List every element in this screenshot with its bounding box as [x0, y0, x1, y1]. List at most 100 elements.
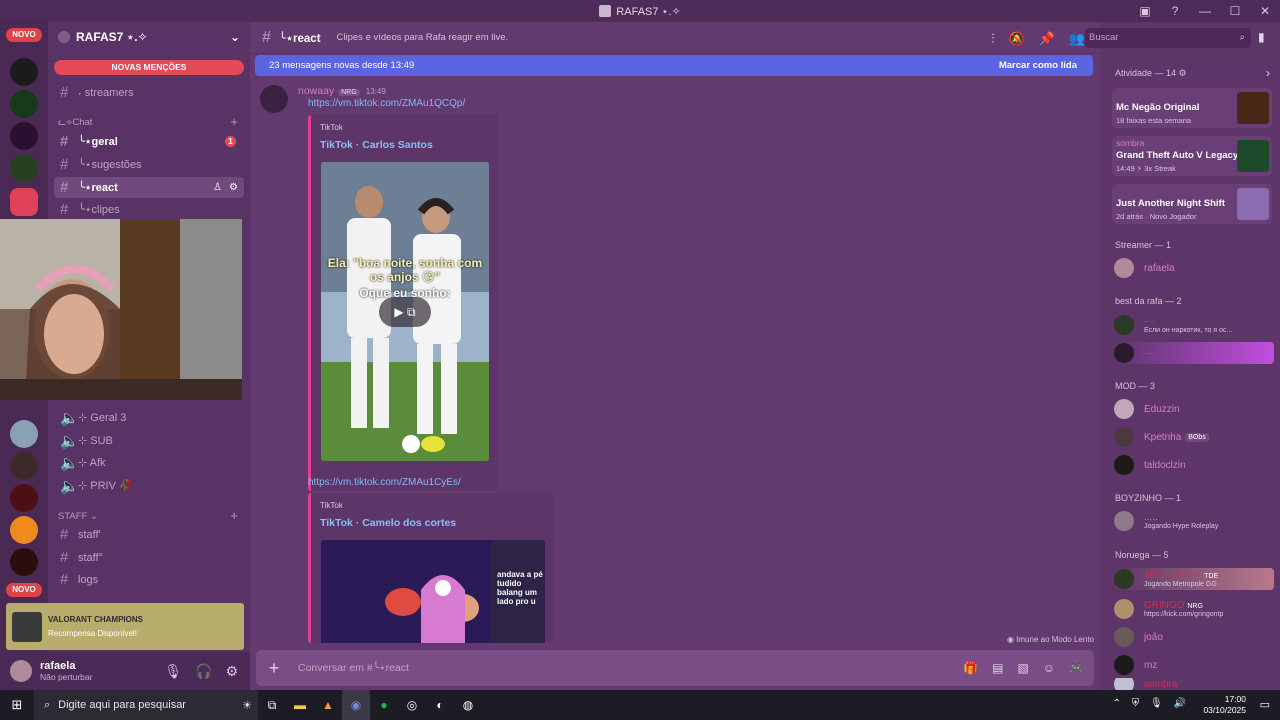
add-channel-icon[interactable]: +	[230, 114, 238, 129]
server-icon[interactable]	[10, 484, 38, 512]
notification-icon[interactable]: ▭	[1260, 698, 1270, 711]
epic-icon[interactable]: ◐	[426, 690, 454, 720]
avatar[interactable]	[260, 85, 288, 113]
inbox-icon[interactable]: ▮	[1258, 30, 1265, 44]
pin-icon[interactable]: 📌	[1039, 31, 1055, 47]
taskbar-clock[interactable]: 17:00 03/10/2025	[1203, 694, 1246, 716]
search-icon[interactable]: ⌕	[1240, 28, 1245, 48]
embed-title[interactable]: TikTok · Camelo dos cortes	[320, 517, 456, 529]
activity-card[interactable]: sombra Grand Theft Auto V Legacy 14:49 ⚡…	[1112, 136, 1272, 176]
message-link[interactable]: https://vm.tiktok.com/ZMAu1QCQp/	[308, 98, 465, 109]
server-icon[interactable]	[10, 154, 38, 182]
channel-streamers[interactable]: # ˖ streamers	[54, 82, 244, 103]
task-view-icon[interactable]: ⧉	[258, 690, 286, 720]
gif-icon[interactable]: ▤	[992, 661, 1003, 675]
play-icon[interactable]: ▶ ⧉	[379, 297, 431, 327]
chevron-down-icon[interactable]: ⌄	[230, 30, 240, 44]
discord-icon[interactable]: ◉	[342, 690, 370, 720]
member-item[interactable]: 2B 1T 222 ⁴⁴ TDE Jogando Metropole GG	[1114, 568, 1274, 590]
inbox-icon[interactable]: ▣	[1130, 4, 1160, 18]
minimize-button[interactable]: —	[1190, 4, 1220, 18]
close-button[interactable]: ✕	[1250, 4, 1280, 18]
guild-tag[interactable]: NRG	[338, 89, 360, 96]
server-header[interactable]: RAFAS7 ⋆.✧ ⌄	[48, 22, 250, 52]
category-chat[interactable]: ᓚ⟡Chat	[58, 117, 92, 128]
avatar[interactable]	[10, 660, 32, 682]
taskbar-search[interactable]: ⌕ Digite aqui para pesquisar ☀	[34, 690, 258, 720]
member-item[interactable]: rafaela	[1114, 257, 1274, 279]
steam-icon[interactable]: ◍	[454, 690, 482, 720]
invite-icon[interactable]: ♙	[213, 182, 222, 193]
chevron-right-icon[interactable]: ›	[1266, 66, 1270, 80]
activity-card[interactable]: Just Another Night Shift 2d atrás · Novo…	[1112, 184, 1272, 224]
channel-react[interactable]: # ╰⋆react ⚙ ♙	[54, 177, 244, 198]
reward-banner[interactable]: VALORANT CHAMPIONS Recompensa Disponível…	[6, 603, 244, 650]
new-messages-bar[interactable]: 23 mensagens novas desde 13:49 Marcar co…	[255, 55, 1093, 76]
video-thumbnail[interactable]: Ela: "boa noite, sonha com os anjos 😘" O…	[321, 162, 489, 461]
server-icon[interactable]	[10, 420, 38, 448]
server-icon[interactable]	[10, 188, 38, 216]
member-item[interactable]: mz	[1114, 654, 1274, 676]
voice-channel-afk[interactable]: 🔈 ⊹ Afk	[54, 452, 244, 473]
emoji-icon[interactable]: ☺	[1043, 661, 1055, 675]
server-icon	[599, 5, 612, 17]
mute-bell-icon[interactable]: 🔕	[1008, 31, 1024, 47]
server-icon[interactable]	[10, 548, 38, 576]
member-item[interactable]: Eduzzin	[1114, 398, 1274, 420]
search-input[interactable]: Buscar ⌕	[1085, 28, 1251, 48]
mark-as-read-button[interactable]: Marcar como lida	[999, 60, 1077, 71]
obs-icon[interactable]: ◎	[398, 690, 426, 720]
voice-channel-priv[interactable]: 🔈 ⊹ PRIV 🥀	[54, 475, 244, 496]
headphones-icon[interactable]: 🎧	[195, 663, 212, 680]
server-icon[interactable]	[10, 90, 38, 118]
channel-topic[interactable]: Clipes e vídeos para Rafa reagir em live…	[337, 32, 509, 43]
threads-icon[interactable]: ⫶	[991, 31, 994, 47]
server-icon[interactable]	[10, 58, 38, 86]
channel-logs[interactable]: # logs	[54, 569, 244, 590]
spotify-icon[interactable]: ●	[370, 690, 398, 720]
server-icon[interactable]	[10, 122, 38, 150]
voice-channel-sub[interactable]: 🔈 ⊹ SUB	[54, 430, 244, 451]
attach-plus-icon[interactable]: +	[256, 658, 292, 679]
member-item[interactable]: —	[1114, 342, 1274, 364]
server-icon[interactable]	[10, 452, 38, 480]
activity-card[interactable]: Mc Negão Original 18 faixas esta semana	[1112, 88, 1272, 128]
channel-geral[interactable]: # ╰⋆geral 1	[54, 131, 244, 152]
channel-staff2[interactable]: # staff°	[54, 547, 244, 568]
embed-title[interactable]: TikTok · Carlos Santos	[320, 139, 433, 151]
member-list-icon[interactable]: 👥	[1069, 31, 1085, 47]
server-icon[interactable]	[10, 516, 38, 544]
windows-start-icon[interactable]: ⊞	[0, 697, 34, 713]
settings-gear-icon[interactable]: ⚙	[225, 663, 238, 680]
member-item[interactable]: taldoclzin	[1114, 454, 1274, 476]
sticker-icon[interactable]: ▧	[1017, 661, 1028, 675]
settings-gear-icon[interactable]: ⚙	[229, 182, 238, 193]
voice-channel-geral3[interactable]: 🔈 ⊹ Geral 3	[54, 407, 244, 428]
member-item[interactable]: sombra	[1114, 678, 1274, 690]
channel-staff1[interactable]: # staff'	[54, 524, 244, 545]
channel-sugestoes[interactable]: # ╰⋆sugestões	[54, 154, 244, 175]
member-item[interactable]: joão	[1114, 626, 1274, 648]
message-link[interactable]: https://vm.tiktok.com/ZMAu1CyEs/	[308, 477, 461, 488]
microphone-icon[interactable]: 🎙	[164, 663, 182, 680]
message-composer[interactable]: + Conversar em #╰⋆react 🎁 ▤ ▧ ☺ 🎮	[256, 650, 1094, 686]
system-tray[interactable]: ⌃ ⛨ 🎙 🔊	[1113, 698, 1190, 709]
app-icon[interactable]: ▲	[314, 690, 342, 720]
maximize-button[interactable]: ☐	[1220, 4, 1250, 18]
member-item[interactable]: GRINGO NRG https://kick.com/gringontp	[1114, 598, 1274, 620]
message-input[interactable]: Conversar em #╰⋆react	[298, 662, 409, 674]
gift-icon[interactable]: 🎁	[963, 661, 978, 675]
new-mentions-button[interactable]: NOVAS MENÇÕES	[54, 60, 244, 75]
member-item[interactable]: — Если он наркотик, то я ос...	[1114, 314, 1274, 336]
message-author[interactable]: nowaay	[298, 85, 334, 97]
file-explorer-icon[interactable]: ▬	[286, 690, 314, 720]
member-item[interactable]: Kpetnha Bʘbs	[1114, 426, 1274, 448]
channel-clipes[interactable]: # ╰⋆clipes	[54, 199, 244, 220]
video-thumbnail[interactable]: andava a pé tudido balang um lado pro u	[321, 540, 545, 643]
category-staff[interactable]: STAFF ⌄	[58, 511, 98, 522]
add-channel-icon[interactable]: +	[230, 508, 238, 523]
member-item[interactable]: ..... Jogando Hype Roleplay	[1114, 510, 1274, 532]
hash-icon: #	[60, 549, 69, 566]
help-icon[interactable]: ?	[1160, 4, 1190, 18]
game-controller-icon[interactable]: 🎮	[1069, 661, 1084, 675]
